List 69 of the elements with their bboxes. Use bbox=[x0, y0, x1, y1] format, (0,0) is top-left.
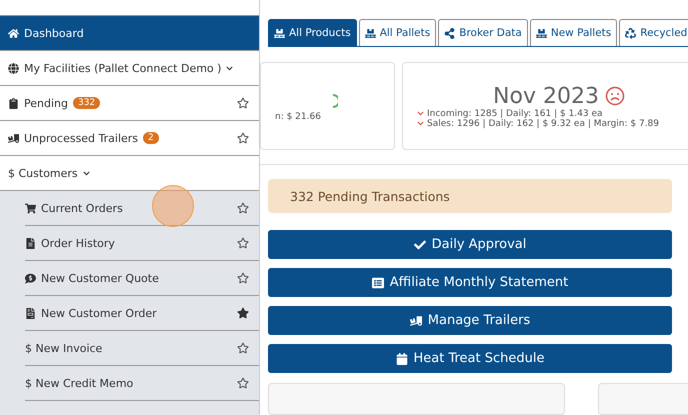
cart-icon bbox=[25, 202, 36, 214]
sidebar-item-label: $ Customers bbox=[8, 166, 78, 180]
count-badge: 332 bbox=[72, 97, 100, 109]
tab[interactable]: Broker Data bbox=[438, 19, 528, 46]
sidebar-item-label: My Facilities (Pallet Connect Demo ) bbox=[24, 62, 222, 74]
submenu-item-label: Order History bbox=[41, 236, 115, 250]
caret-icon bbox=[226, 64, 234, 72]
pallets-icon bbox=[274, 28, 285, 38]
submenu-item-label: New Customer Order bbox=[41, 306, 157, 320]
star-outline-icon[interactable] bbox=[237, 272, 249, 284]
count-badge: 2 bbox=[143, 132, 159, 144]
tab[interactable]: Recycled bbox=[619, 19, 688, 46]
sidebar-item[interactable]: Unprocessed Trailers 2 bbox=[0, 121, 259, 156]
tab-label: New Pallets bbox=[550, 27, 612, 39]
star-icon[interactable] bbox=[237, 307, 249, 319]
sad-face-icon bbox=[604, 86, 625, 106]
file-icon bbox=[25, 238, 36, 248]
trailer-icon bbox=[8, 132, 19, 144]
submenu-item-label: Current Orders bbox=[41, 202, 123, 214]
star-outline-icon[interactable] bbox=[237, 342, 249, 354]
caret-icon bbox=[82, 170, 90, 176]
sidebar-item-label: Pending bbox=[24, 96, 68, 110]
tab[interactable]: New Pallets bbox=[530, 19, 618, 46]
tab-label: Recycled bbox=[640, 27, 688, 39]
card-title: Nov 2023 bbox=[493, 84, 599, 108]
down-chevron-icon bbox=[417, 110, 424, 117]
document-icon bbox=[25, 308, 36, 318]
clipboard-icon bbox=[8, 98, 19, 108]
chat-bubble-icon bbox=[25, 272, 36, 284]
star-outline-icon[interactable] bbox=[237, 377, 249, 389]
stat-line: n: $ 21.66 bbox=[275, 112, 321, 122]
sidebar-item[interactable]: $ Customers bbox=[0, 156, 259, 191]
globe-icon bbox=[8, 62, 19, 74]
tab-label: All Products bbox=[289, 27, 351, 39]
star-outline-icon[interactable] bbox=[237, 97, 249, 109]
trailer-icon bbox=[410, 314, 422, 326]
sidebar-item[interactable]: My Facilities (Pallet Connect Demo ) bbox=[0, 51, 259, 86]
pending-alert: 332 Pending Transactions bbox=[268, 179, 672, 213]
sidebar-item-label: Unprocessed Trailers bbox=[24, 132, 138, 144]
submenu-item-label: $ New Credit Memo bbox=[25, 376, 134, 390]
tab[interactable]: All Products bbox=[268, 19, 357, 46]
action-button[interactable]: Manage Trailers bbox=[268, 306, 672, 335]
star-outline-icon[interactable] bbox=[237, 237, 249, 249]
tab[interactable]: All Pallets bbox=[358, 19, 436, 46]
tab-label: All Pallets bbox=[380, 27, 430, 39]
home-icon bbox=[8, 28, 19, 38]
submenu-item-label: New Customer Quote bbox=[41, 272, 159, 284]
sidebar-item[interactable]: Pending 332 bbox=[0, 86, 259, 121]
share-icon bbox=[444, 28, 456, 38]
pallets-icon bbox=[536, 28, 547, 38]
action-button[interactable]: Heat Treat Schedule bbox=[268, 344, 672, 373]
calendar-icon bbox=[396, 352, 408, 364]
action-button[interactable]: Affiliate Monthly Statement bbox=[268, 268, 672, 297]
pallets-icon bbox=[364, 28, 376, 38]
down-chevron-icon bbox=[417, 120, 424, 127]
check-icon bbox=[414, 238, 426, 250]
stat-line: Sales: 1296 | Daily: 162 | $ 9.32 ea | Margin: $ 7.89 bbox=[427, 118, 660, 128]
sidebar-item[interactable]: Dashboard bbox=[0, 16, 259, 51]
sidebar-item-label: Dashboard bbox=[24, 26, 84, 40]
stat-line: Incoming: 1285 | Daily: 161 | $ 1.43 ea bbox=[427, 108, 603, 118]
click-indicator bbox=[152, 185, 194, 227]
list-icon bbox=[372, 276, 384, 288]
star-outline-icon[interactable] bbox=[237, 132, 249, 144]
submenu-item-label: $ New Invoice bbox=[25, 342, 102, 354]
recycle-icon bbox=[625, 28, 636, 38]
smiley-icon bbox=[332, 94, 338, 108]
tab-label: Broker Data bbox=[459, 27, 522, 39]
star-outline-icon[interactable] bbox=[237, 202, 249, 214]
action-button[interactable]: Daily Approval bbox=[268, 230, 672, 259]
